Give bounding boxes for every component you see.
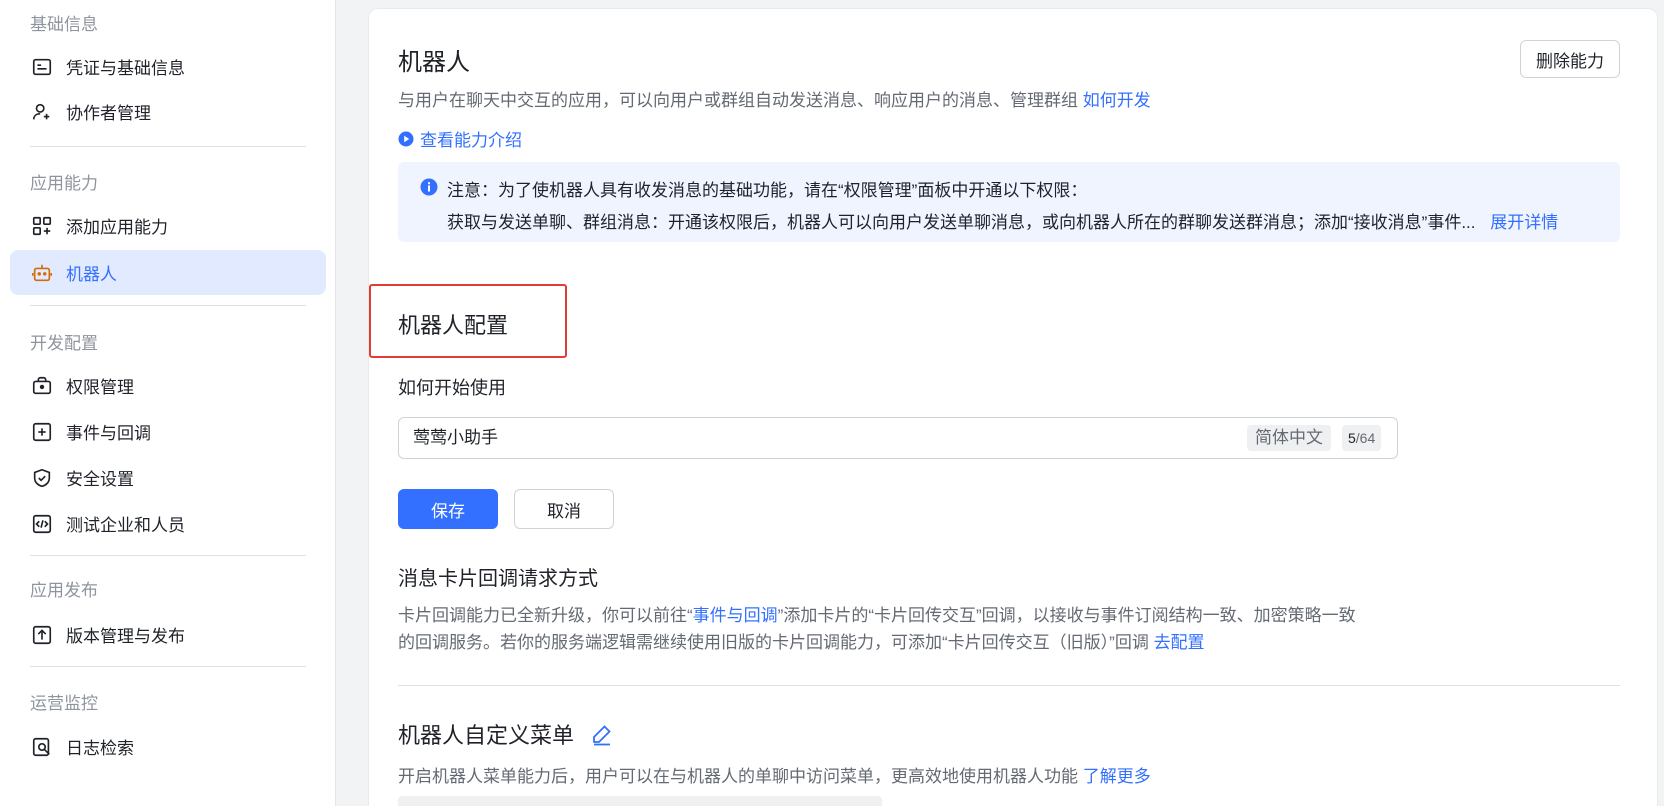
sidebar-group-ops: 运营监控 <box>30 694 98 713</box>
sidebar-group-release: 应用发布 <box>30 581 98 600</box>
sidebar-item-permissions[interactable]: 权限管理 <box>10 363 326 408</box>
robot-description: 与用户在聊天中交互的应用，可以向用户或群组自动发送消息、响应用户的消息、管理群组… <box>398 86 1151 111</box>
go-configure-link[interactable]: 去配置 <box>1154 633 1205 652</box>
sidebar-item-log-search[interactable]: 日志检索 <box>10 724 326 769</box>
section-divider <box>398 685 1620 686</box>
code-icon <box>30 512 54 536</box>
sidebar-item-label: 版本管理与发布 <box>66 627 185 646</box>
sidebar-item-credentials[interactable]: 凭证与基础信息 <box>10 44 326 89</box>
cancel-button[interactable]: 取消 <box>514 489 614 529</box>
sidebar-item-label: 机器人 <box>66 265 117 284</box>
event-icon <box>30 420 54 444</box>
delete-capability-button[interactable]: 删除能力 <box>1520 40 1620 78</box>
how-to-develop-link[interactable]: 如何开发 <box>1083 91 1151 110</box>
view-intro-link[interactable]: 查看能力介绍 <box>398 126 522 151</box>
how-to-start-input[interactable] <box>413 418 1193 458</box>
char-counter-max: /64 <box>1355 430 1376 446</box>
card-callback-desc-line1: 卡片回调能力已全新升级，你可以前往“事件与回调”添加卡片的“卡片回传交互”回调，… <box>398 601 1356 626</box>
sidebar-item-label: 事件与回调 <box>66 424 151 443</box>
sidebar-item-security[interactable]: 安全设置 <box>10 455 326 500</box>
edit-icon[interactable] <box>590 722 614 746</box>
sidebar-group-capabilities: 应用能力 <box>30 174 98 193</box>
sidebar: 基础信息 凭证与基础信息 协作者管理 应用能力 添加应用能力 机器人 开发配置 … <box>0 0 336 806</box>
card-desc-text: 卡片回调能力已全新升级，你可以前往“ <box>398 606 693 625</box>
sidebar-item-collaborators[interactable]: 协作者管理 <box>10 89 326 134</box>
sidebar-divider <box>30 305 306 306</box>
sidebar-divider <box>30 146 306 147</box>
menu-preview-area <box>398 796 882 806</box>
upload-icon <box>30 623 54 647</box>
notice-text-line1: 注意：为了使机器人具有收发消息的基础功能，请在“权限管理”面板中开通以下权限： <box>447 181 1088 200</box>
lock-briefcase-icon <box>30 374 54 398</box>
credential-icon <box>30 55 54 79</box>
sidebar-divider <box>30 555 306 556</box>
sidebar-item-versions[interactable]: 版本管理与发布 <box>10 612 326 657</box>
apps-add-icon <box>30 214 54 238</box>
shield-icon <box>30 466 54 490</box>
sidebar-item-label: 安全设置 <box>66 470 134 489</box>
notice-detail-text: 获取与发送单聊、群组消息：开通该权限后，机器人可以向用户发送单聊消息，或向机器人… <box>447 213 1476 232</box>
section-title-robot-config: 机器人配置 <box>398 313 509 338</box>
card-desc-text: ”添加卡片的“卡片回传交互”回调，以接收与事件订阅结构一致、加密策略一致 <box>777 606 1356 625</box>
sidebar-item-label: 凭证与基础信息 <box>66 59 185 78</box>
log-search-icon <box>30 735 54 759</box>
sidebar-item-robot[interactable]: 机器人 <box>10 250 326 295</box>
char-counter: 5/64 <box>1342 425 1382 451</box>
page-title: 机器人 <box>398 49 470 76</box>
char-counter-current: 5 <box>1348 430 1356 446</box>
custom-menu-title: 机器人自定义菜单 <box>398 723 575 748</box>
robot-icon <box>30 261 54 285</box>
sidebar-item-label: 添加应用能力 <box>66 218 168 237</box>
view-intro-label: 查看能力介绍 <box>420 131 522 150</box>
how-to-start-label: 如何开始使用 <box>398 378 506 398</box>
card-callback-desc-line2: 的回调服务。若你的服务端逻辑需继续使用旧版的卡片回调能力，可添加“卡片回传交互（… <box>398 628 1205 653</box>
card-desc-text: 的回调服务。若你的服务端逻辑需继续使用旧版的卡片回调能力，可添加“卡片回传交互（… <box>398 633 1149 652</box>
info-icon <box>420 178 438 196</box>
sidebar-item-add-capability[interactable]: 添加应用能力 <box>10 203 326 248</box>
sidebar-divider <box>30 666 306 667</box>
language-tag[interactable]: 简体中文 <box>1247 425 1331 451</box>
expand-details-link[interactable]: 展开详情 <box>1490 213 1558 232</box>
play-circle-icon <box>398 131 414 146</box>
sidebar-item-label: 日志检索 <box>66 739 134 758</box>
sidebar-item-events[interactable]: 事件与回调 <box>10 409 326 454</box>
custom-menu-description: 开启机器人菜单能力后，用户可以在与机器人的单聊中访问菜单，更高效地使用机器人功能… <box>398 762 1151 787</box>
learn-more-link[interactable]: 了解更多 <box>1083 767 1151 786</box>
robot-description-text: 与用户在聊天中交互的应用，可以向用户或群组自动发送消息、响应用户的消息、管理群组 <box>398 91 1078 110</box>
sidebar-item-label: 测试企业和人员 <box>66 516 185 535</box>
section-title-custom-menu: 机器人自定义菜单 <box>398 718 614 750</box>
section-title-card-callback: 消息卡片回调请求方式 <box>398 568 598 590</box>
save-button[interactable]: 保存 <box>398 489 498 529</box>
user-add-icon <box>30 100 54 124</box>
sidebar-item-test-org[interactable]: 测试企业和人员 <box>10 501 326 546</box>
how-to-start-field[interactable]: 简体中文 5/64 <box>398 417 1398 459</box>
custom-menu-desc-text: 开启机器人菜单能力后，用户可以在与机器人的单聊中访问菜单，更高效地使用机器人功能 <box>398 767 1078 786</box>
events-callbacks-link[interactable]: 事件与回调 <box>693 606 778 625</box>
sidebar-item-label: 协作者管理 <box>66 104 151 123</box>
sidebar-group-basic: 基础信息 <box>30 15 98 34</box>
main-panel <box>368 8 1658 806</box>
sidebar-group-dev-config: 开发配置 <box>30 334 98 353</box>
notice-text-line2: 获取与发送单聊、群组消息：开通该权限后，机器人可以向用户发送单聊消息，或向机器人… <box>447 208 1558 233</box>
sidebar-item-label: 权限管理 <box>66 378 134 397</box>
